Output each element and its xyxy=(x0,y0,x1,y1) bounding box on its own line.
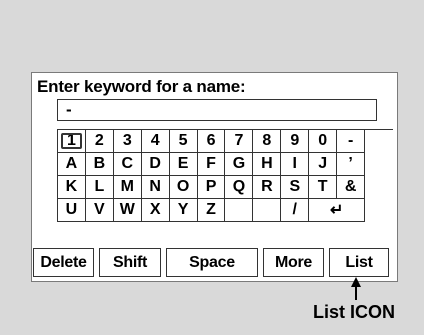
keyword-input-value: - xyxy=(66,100,72,119)
key-5[interactable]: 5 xyxy=(169,130,198,153)
key-q[interactable]: Q xyxy=(225,176,254,199)
key-j[interactable]: J xyxy=(309,153,338,176)
key-ampersand[interactable]: & xyxy=(337,176,366,199)
key-7[interactable]: 7 xyxy=(225,130,254,153)
grid-spacer xyxy=(365,153,393,176)
key-9[interactable]: 9 xyxy=(281,130,310,153)
key-m[interactable]: M xyxy=(113,176,142,199)
keyword-input-field[interactable]: - xyxy=(57,99,377,121)
enter-key-icon[interactable]: ↵ xyxy=(309,199,366,222)
function-row: Delete Shift Space More List xyxy=(33,248,393,278)
key-hyphen[interactable]: - xyxy=(337,130,366,153)
key-c[interactable]: C xyxy=(113,153,142,176)
key-2[interactable]: 2 xyxy=(85,130,114,153)
key-i[interactable]: I xyxy=(281,153,310,176)
key-w[interactable]: W xyxy=(113,199,142,222)
space-button[interactable]: Space xyxy=(166,248,258,277)
more-button[interactable]: More xyxy=(263,248,324,277)
key-k[interactable]: K xyxy=(58,176,86,199)
key-8[interactable]: 8 xyxy=(253,130,282,153)
key-apostrophe[interactable]: ’ xyxy=(337,153,366,176)
keyword-prompt: Enter keyword for a name: xyxy=(37,77,246,96)
key-a[interactable]: A xyxy=(58,153,86,176)
key-g[interactable]: G xyxy=(225,153,254,176)
key-n[interactable]: N xyxy=(141,176,170,199)
key-z[interactable]: Z xyxy=(197,199,226,222)
shift-button[interactable]: Shift xyxy=(99,248,161,277)
key-4[interactable]: 4 xyxy=(141,130,170,153)
grid-spacer xyxy=(365,176,393,199)
key-l[interactable]: L xyxy=(85,176,114,199)
key-6[interactable]: 6 xyxy=(197,130,226,153)
key-slash[interactable]: / xyxy=(281,199,310,222)
key-0[interactable]: 0 xyxy=(309,130,338,153)
keyboard-grid: 1 2 3 4 5 6 7 8 9 0 - A B C D E F G H I … xyxy=(57,129,393,222)
grid-spacer xyxy=(365,130,393,153)
key-p[interactable]: P xyxy=(197,176,226,199)
key-s[interactable]: S xyxy=(281,176,310,199)
key-d[interactable]: D xyxy=(141,153,170,176)
callout-label: List ICON xyxy=(313,302,396,322)
key-h[interactable]: H xyxy=(253,153,282,176)
key-1[interactable]: 1 xyxy=(58,130,86,153)
keyword-entry-dialog: Enter keyword for a name: - 1 2 3 4 5 6 … xyxy=(31,72,398,282)
list-button[interactable]: List xyxy=(329,248,389,277)
key-blank-2[interactable] xyxy=(253,199,282,222)
key-f[interactable]: F xyxy=(197,153,226,176)
callout-line xyxy=(355,286,357,300)
delete-button[interactable]: Delete xyxy=(33,248,94,277)
key-r[interactable]: R xyxy=(253,176,282,199)
grid-spacer xyxy=(365,199,393,222)
key-t[interactable]: T xyxy=(309,176,338,199)
key-x[interactable]: X xyxy=(141,199,170,222)
key-3[interactable]: 3 xyxy=(113,130,142,153)
key-e[interactable]: E xyxy=(169,153,198,176)
key-u[interactable]: U xyxy=(58,199,86,222)
key-v[interactable]: V xyxy=(85,199,114,222)
key-b[interactable]: B xyxy=(85,153,114,176)
key-o[interactable]: O xyxy=(169,176,198,199)
key-y[interactable]: Y xyxy=(169,199,198,222)
key-blank-1[interactable] xyxy=(225,199,254,222)
